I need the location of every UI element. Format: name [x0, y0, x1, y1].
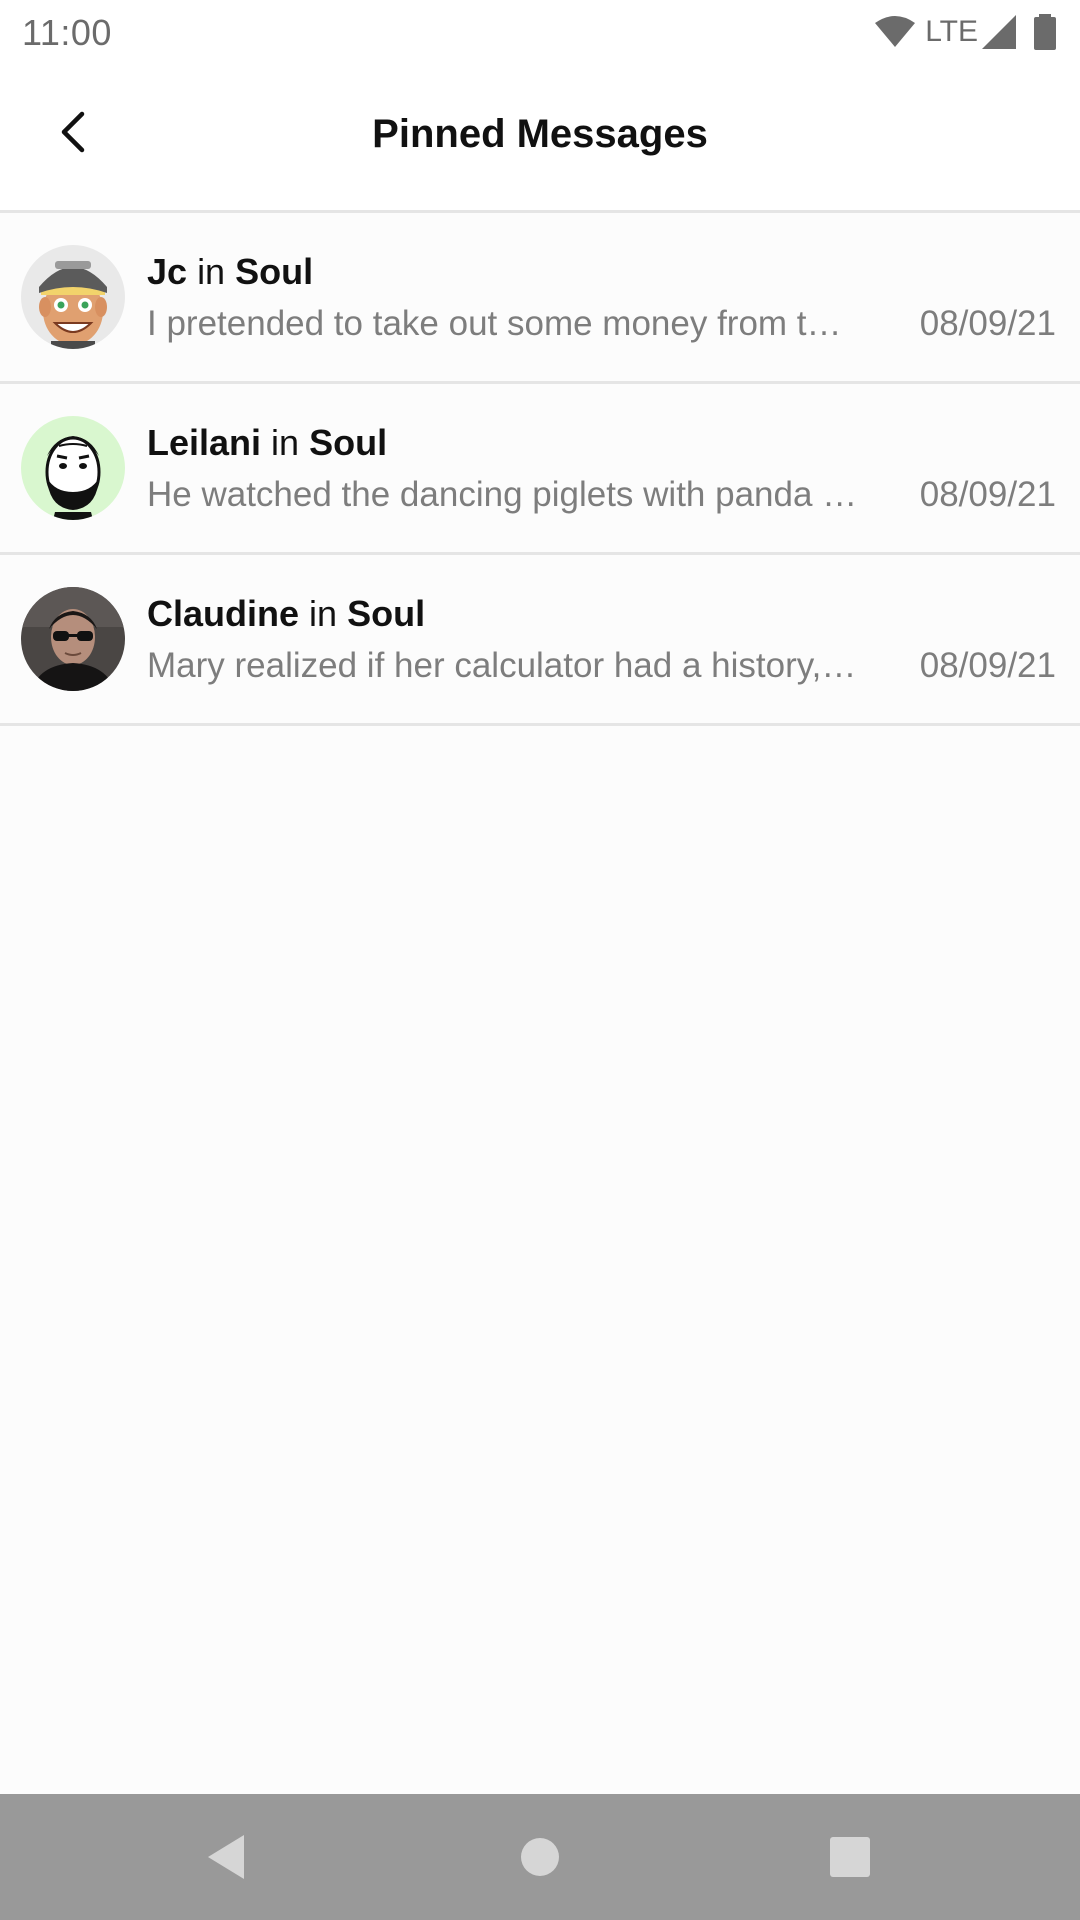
message-date: 08/09/21	[919, 304, 1056, 343]
status-time: 11:00	[22, 12, 112, 53]
pinned-message-row[interactable]: Claudine in Soul Mary realized if her ca…	[0, 555, 1080, 726]
row-title: Claudine in Soul	[147, 593, 425, 635]
pinned-messages-list: Jc in Soul I pretended to take out some …	[0, 213, 1080, 726]
author-name: Leilani	[147, 422, 262, 463]
status-bar: 11:00 LTE	[0, 0, 1080, 64]
message-preview: Mary realized if her calculator had a hi…	[147, 646, 859, 685]
page-title: Pinned Messages	[372, 112, 708, 156]
user-avatar-icon	[21, 587, 125, 691]
nav-recents-icon	[830, 1837, 870, 1877]
nav-back-button[interactable]	[196, 1827, 256, 1887]
message-date: 08/09/21	[919, 646, 1056, 685]
avatar	[21, 587, 125, 691]
system-nav-bar	[0, 1794, 1080, 1920]
avatar	[21, 416, 125, 520]
nav-recents-button[interactable]	[820, 1827, 880, 1887]
channel-connector: in	[271, 422, 300, 463]
channel-connector: in	[309, 593, 338, 634]
message-preview: He watched the dancing piglets with pand…	[147, 475, 859, 514]
status-icons: LTE	[875, 12, 1060, 52]
user-avatar-icon	[21, 245, 125, 349]
wifi-icon	[875, 16, 916, 47]
message-date: 08/09/21	[919, 475, 1056, 514]
nav-back-icon	[208, 1835, 244, 1879]
nav-home-icon	[521, 1838, 559, 1876]
user-avatar-icon	[21, 416, 125, 520]
nav-home-button[interactable]	[510, 1827, 570, 1887]
channel-name: Soul	[309, 422, 388, 463]
channel-connector: in	[197, 251, 226, 292]
network-type-label: LTE	[925, 15, 978, 48]
row-title: Leilani in Soul	[147, 422, 387, 464]
app-bar: Pinned Messages	[0, 64, 1080, 213]
message-preview: I pretended to take out some money from …	[147, 304, 859, 343]
channel-name: Soul	[235, 251, 314, 292]
row-title: Jc in Soul	[147, 251, 313, 293]
channel-name: Soul	[347, 593, 426, 634]
pinned-message-row[interactable]: Leilani in Soul He watched the dancing p…	[0, 384, 1080, 555]
avatar	[21, 245, 125, 349]
battery-icon	[1034, 14, 1056, 50]
pinned-message-row[interactable]: Jc in Soul I pretended to take out some …	[0, 213, 1080, 384]
cell-signal-icon	[982, 15, 1016, 49]
author-name: Claudine	[147, 593, 300, 634]
author-name: Jc	[147, 251, 188, 292]
